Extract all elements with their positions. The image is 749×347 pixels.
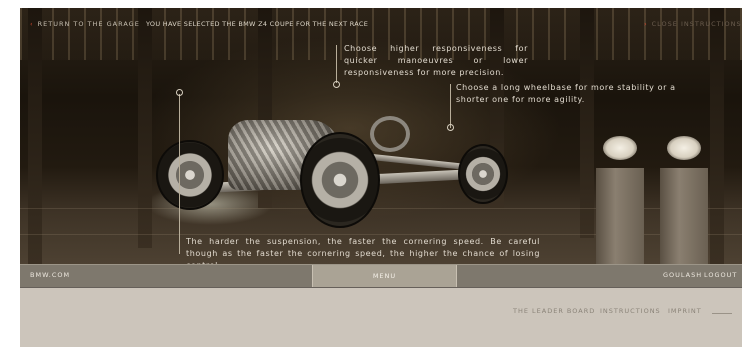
menu-button[interactable]: MENU — [312, 265, 457, 287]
responsiveness-marker — [333, 81, 340, 88]
garage-beam — [580, 8, 594, 238]
garage-beam — [28, 8, 42, 264]
garage-beam — [710, 8, 724, 264]
suspension-tip: The harder the suspension, the faster th… — [186, 237, 540, 264]
callout-line — [179, 94, 180, 254]
callout-line — [450, 84, 451, 128]
bmw-site-link[interactable]: BMW.COM — [30, 271, 70, 279]
game-frame: ‹ RETURN TO THE GARAGE YOU HAVE SELECTED … — [20, 8, 742, 347]
callout-line — [336, 45, 337, 83]
instructions-link[interactable]: INSTRUCTIONS — [600, 307, 661, 315]
imprint-link[interactable]: IMPRINT — [668, 307, 702, 315]
wheelbase-tip: Choose a long wheelbase for more stabili… — [456, 83, 676, 104]
front-left-wheel — [300, 132, 380, 228]
responsiveness-tip: Choose higher responsiveness for quicker… — [344, 44, 528, 77]
arrow-left-icon: ‹ — [30, 20, 34, 28]
display-pedestal — [660, 168, 708, 264]
steering-wheel — [370, 116, 410, 152]
wheelbase-marker — [447, 124, 454, 131]
selection-status: YOU HAVE SELECTED THE BMW Z4 COUPE FOR T… — [146, 20, 369, 28]
rear-wheel — [156, 140, 224, 210]
garage-scene: ‹ RETURN TO THE GARAGE YOU HAVE SELECTED … — [20, 8, 742, 264]
garage-beam — [138, 8, 152, 248]
leader-board-link[interactable]: THE LEADER BOARD — [513, 307, 595, 315]
footer-divider — [712, 313, 732, 314]
spotlight-lamp — [603, 136, 637, 160]
arrow-right-icon: › — [644, 20, 648, 28]
spotlight-lamp — [667, 136, 701, 160]
username-label: GOULASH — [663, 271, 703, 279]
display-pedestal — [596, 168, 644, 264]
logout-link[interactable]: LOGOUT — [704, 271, 737, 279]
nav-bar: BMW.COM MENU GOULASH LOGOUT — [20, 264, 742, 288]
return-to-garage-link[interactable]: ‹ RETURN TO THE GARAGE — [30, 20, 140, 28]
close-instructions-link[interactable]: › CLOSE INSTRUCTIONS — [644, 20, 742, 28]
front-right-wheel — [458, 144, 508, 204]
suspension-marker — [176, 89, 183, 96]
